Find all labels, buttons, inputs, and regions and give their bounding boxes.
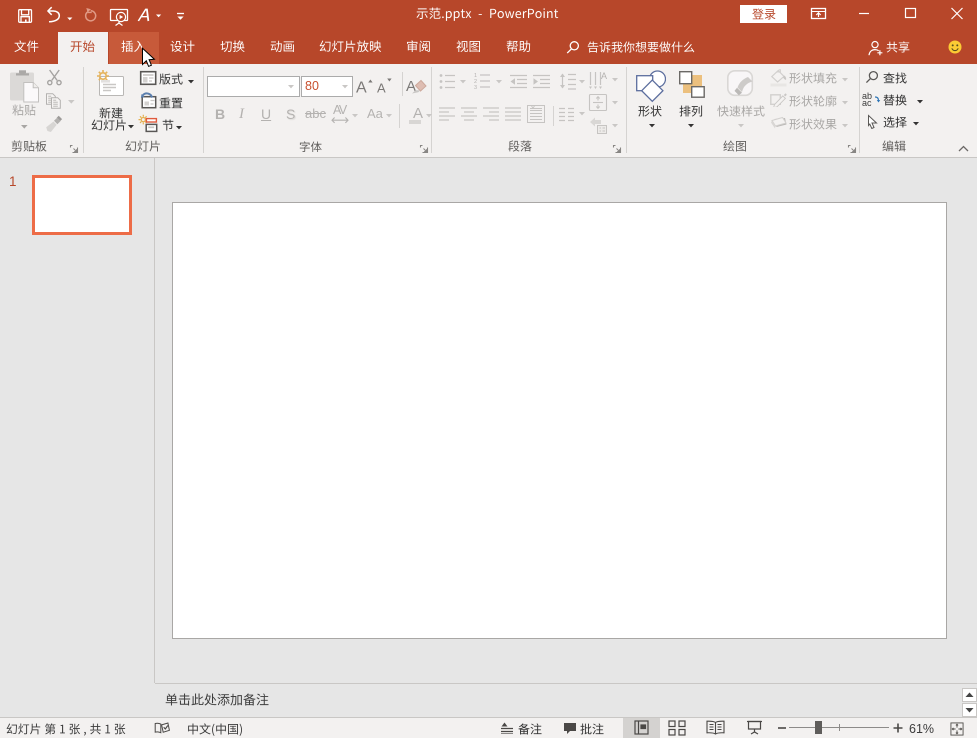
svg-text:ac: ac [862, 98, 872, 106]
svg-text:A: A [377, 81, 386, 96]
svg-text:3: 3 [474, 85, 477, 91]
svg-text:A: A [356, 80, 367, 97]
svg-text:A: A [601, 71, 607, 81]
